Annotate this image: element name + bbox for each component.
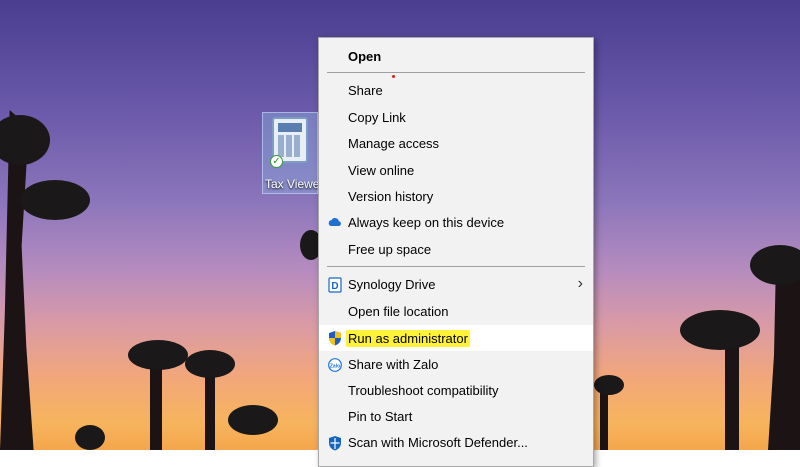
zalo-icon: Zalo bbox=[328, 358, 342, 372]
menu-item-copy-link[interactable]: Copy Link bbox=[319, 105, 593, 131]
context-menu: Open Share Copy Link Manage access View … bbox=[318, 37, 594, 467]
menu-item-label: Pin to Start bbox=[348, 409, 413, 424]
menu-item-view-online[interactable]: View online bbox=[319, 158, 593, 184]
tree-foliage bbox=[185, 350, 235, 378]
defender-icon bbox=[329, 436, 341, 451]
menu-item-label: Open file location bbox=[348, 304, 449, 319]
menu-item-label: Copy Link bbox=[348, 110, 406, 125]
menu-item-label: Manage access bbox=[348, 136, 440, 151]
menu-item-label: Scan with Microsoft Defender... bbox=[348, 435, 528, 450]
svg-text:D: D bbox=[331, 281, 338, 292]
menu-item-label: View online bbox=[348, 163, 415, 178]
tree-foliage bbox=[750, 245, 800, 285]
sync-check-icon: ✓ bbox=[270, 155, 283, 168]
menu-item-label: Always keep on this device bbox=[348, 215, 505, 230]
desktop-shortcut-tax-viewer[interactable]: ✓ Tax Viewer bbox=[262, 112, 323, 194]
menu-item-label: Share bbox=[348, 83, 383, 98]
tree-foliage bbox=[20, 180, 90, 220]
menu-separator bbox=[327, 72, 585, 73]
synology-drive-icon: D bbox=[328, 277, 342, 293]
tree-foliage bbox=[75, 425, 105, 450]
menu-item-label: Open bbox=[348, 49, 382, 64]
menu-item-scan-with-defender[interactable]: Scan with Microsoft Defender... bbox=[319, 430, 593, 456]
menu-separator bbox=[327, 266, 585, 267]
menu-item-always-keep[interactable]: Always keep on this device bbox=[319, 210, 593, 236]
cloud-icon bbox=[328, 218, 341, 226]
uac-shield-icon bbox=[329, 331, 341, 346]
tree-foliage bbox=[228, 405, 278, 435]
menu-item-synology-drive[interactable]: D Synology Drive › bbox=[319, 272, 593, 298]
tree-silhouette bbox=[768, 260, 800, 450]
menu-item-label: Free up space bbox=[348, 242, 432, 257]
tree-foliage bbox=[0, 115, 50, 165]
menu-item-open[interactable]: Open bbox=[319, 44, 593, 70]
tree-foliage bbox=[680, 310, 760, 350]
menu-item-label: Version history bbox=[348, 189, 434, 204]
menu-item-run-as-administrator[interactable]: Run as administrator bbox=[319, 325, 593, 351]
menu-item-open-file-location[interactable]: Open file location bbox=[319, 299, 593, 325]
menu-item-free-up-space[interactable]: Free up space bbox=[319, 237, 593, 263]
menu-item-label: Synology Drive bbox=[348, 277, 436, 292]
menu-item-share[interactable]: Share bbox=[319, 78, 593, 104]
menu-item-label: Troubleshoot compatibility bbox=[348, 383, 499, 398]
tree-foliage bbox=[594, 375, 624, 395]
menu-item-share-with-zalo[interactable]: Zalo Share with Zalo bbox=[319, 352, 593, 378]
menu-item-label: Run as administrator bbox=[346, 330, 470, 347]
chevron-right-icon: › bbox=[577, 275, 583, 292]
menu-item-label: Share with Zalo bbox=[348, 357, 439, 372]
menu-item-pin-to-start[interactable]: Pin to Start bbox=[319, 404, 593, 430]
menu-item-manage-access[interactable]: Manage access bbox=[319, 131, 593, 157]
menu-item-troubleshoot-compatibility[interactable]: Troubleshoot compatibility bbox=[319, 378, 593, 404]
menu-item-version-history[interactable]: Version history bbox=[319, 184, 593, 210]
svg-text:Zalo: Zalo bbox=[330, 364, 340, 370]
tree-foliage bbox=[128, 340, 188, 370]
